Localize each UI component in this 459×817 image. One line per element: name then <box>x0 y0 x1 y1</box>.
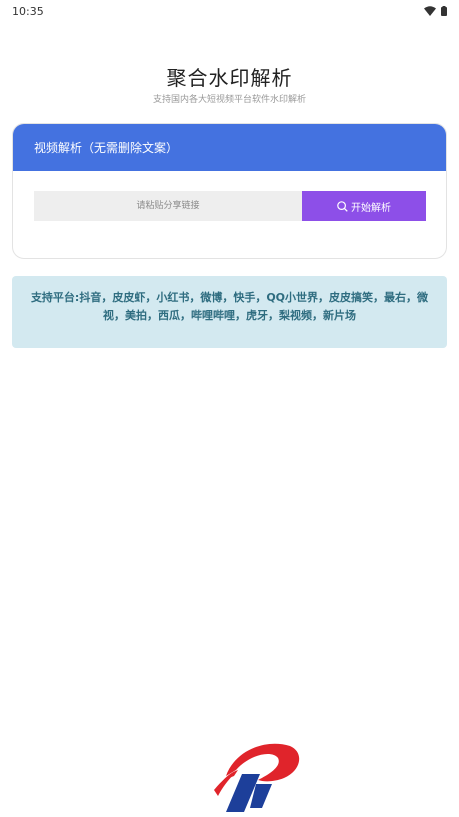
supported-platforms-text: 支持平台:抖音，皮皮虾，小红书，微博，快手，QQ小世界，皮皮搞笑，最右，微视，美… <box>30 291 429 322</box>
video-parse-card: 视频解析（无需删除文案） 开始解析 <box>12 123 447 259</box>
supported-platforms-box: 支持平台:抖音，皮皮虾，小红书，微博，快手，QQ小世界，皮皮搞笑，最右，微视，美… <box>12 276 447 348</box>
card-header-title: 视频解析（无需删除文案） <box>34 141 179 155</box>
status-bar: 10:35 <box>0 0 459 22</box>
card-header: 视频解析（无需删除文案） <box>13 124 446 171</box>
brand-logo-icon <box>212 740 302 812</box>
wifi-icon <box>424 6 436 16</box>
start-parse-label: 开始解析 <box>351 202 391 214</box>
page-subtitle: 支持国内各大短视频平台软件水印解析 <box>152 95 306 105</box>
page-title: 聚合水印解析 <box>166 66 293 90</box>
status-time: 10:35 <box>12 4 44 18</box>
start-parse-button[interactable]: 开始解析 <box>302 191 426 221</box>
status-icons <box>424 6 447 16</box>
share-link-input[interactable] <box>34 191 302 221</box>
battery-icon <box>441 6 447 16</box>
input-row: 开始解析 <box>34 191 426 221</box>
search-icon <box>337 200 348 212</box>
